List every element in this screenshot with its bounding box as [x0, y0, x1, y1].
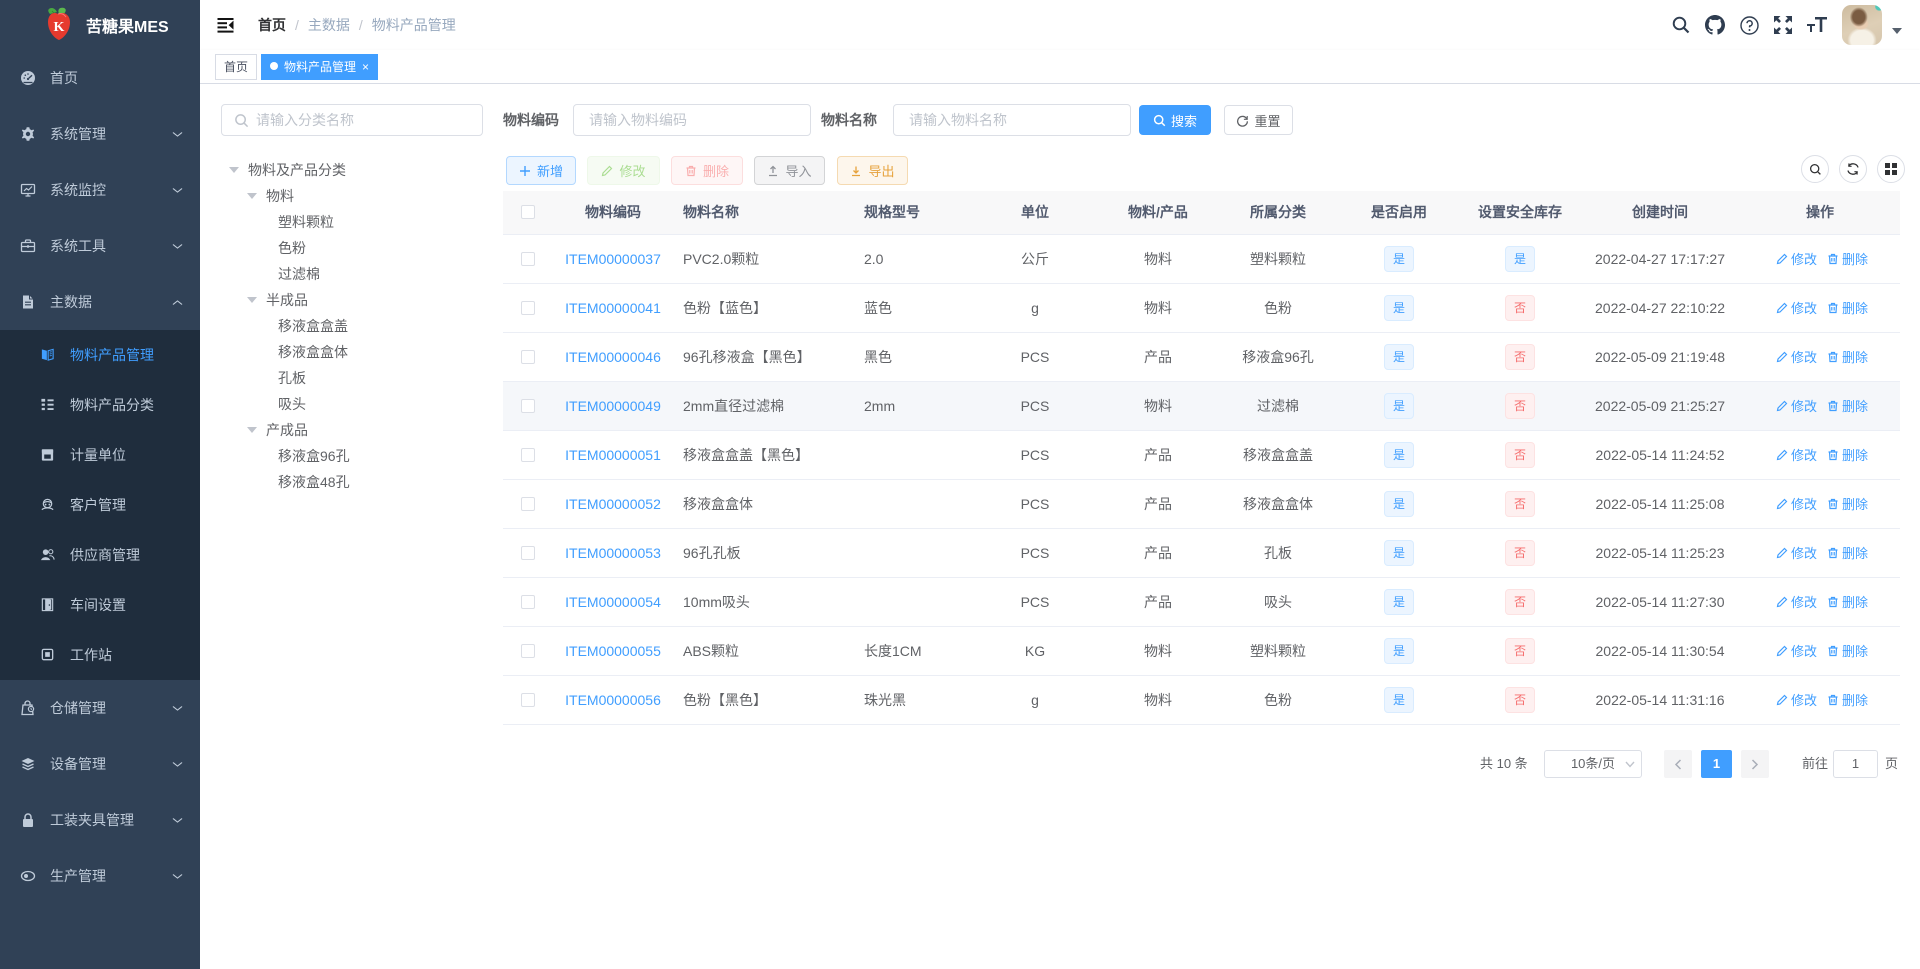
svg-text:K: K [54, 20, 65, 35]
